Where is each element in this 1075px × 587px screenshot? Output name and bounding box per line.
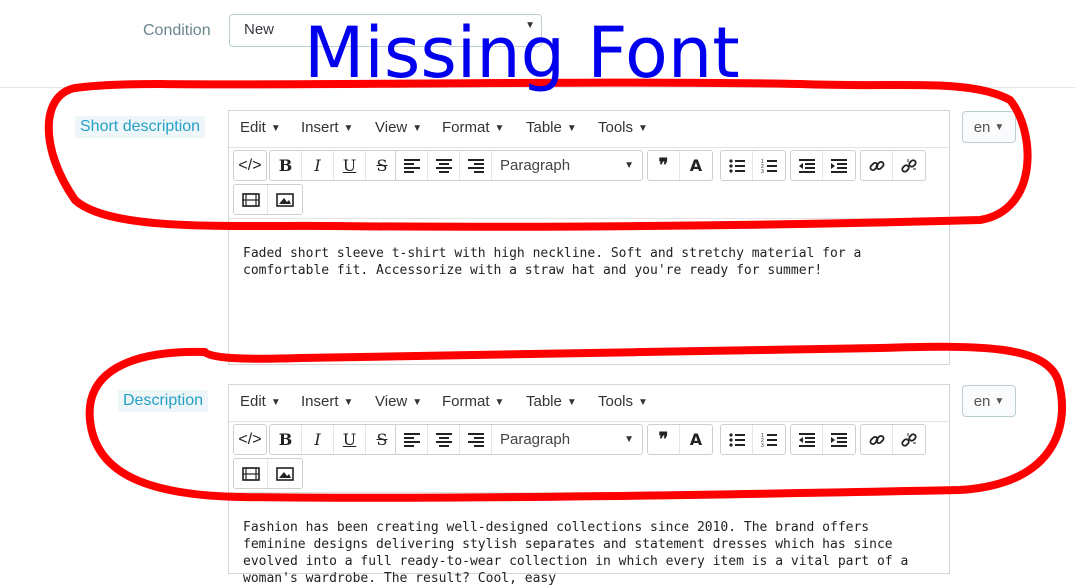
- indent-icon[interactable]: [823, 151, 855, 180]
- text-color-icon[interactable]: A: [680, 425, 712, 454]
- align-left-icon[interactable]: [396, 151, 428, 180]
- toolbar-group-align: Paragraph ▼: [395, 424, 643, 455]
- link-icon[interactable]: [861, 425, 893, 454]
- align-center-icon[interactable]: [428, 151, 460, 180]
- missing-font-overlay: Missing Font: [304, 12, 740, 94]
- toolbar-group-code: </>: [233, 150, 267, 181]
- toolbar-group-style: B I U S: [269, 424, 399, 455]
- short-description-lang-button[interactable]: en ▼: [962, 111, 1016, 143]
- toolbar-group-quote-color: ❞ A: [647, 424, 713, 455]
- bold-icon[interactable]: B: [270, 425, 302, 454]
- toolbar-group-links: [860, 150, 926, 181]
- menu-view[interactable]: View ▼: [375, 393, 422, 410]
- link-icon[interactable]: [861, 151, 893, 180]
- align-right-icon[interactable]: [460, 151, 492, 180]
- strikethrough-icon[interactable]: S: [366, 425, 398, 454]
- menu-format[interactable]: Format ▼: [442, 119, 504, 136]
- menu-edit[interactable]: Edit ▼: [240, 393, 281, 410]
- toolbar-group-lists: 123: [720, 424, 786, 455]
- short-description-editor: Edit ▼ Insert ▼ View ▼ Format ▼ Table ▼ Tools…: [228, 110, 950, 365]
- image-icon[interactable]: [268, 459, 302, 488]
- toolbar-group-quote-color: ❞ A: [647, 150, 713, 181]
- toolbar-group-indent: [790, 424, 856, 455]
- align-right-icon[interactable]: [460, 425, 492, 454]
- toolbar-divider: [229, 218, 949, 219]
- chevron-down-icon: ▼: [994, 121, 1005, 133]
- unlink-icon[interactable]: [893, 425, 925, 454]
- svg-text:3: 3: [761, 169, 764, 173]
- description-lang-button[interactable]: en ▼: [962, 385, 1016, 417]
- description-editor: Edit ▼ Insert ▼ View ▼ Format ▼ Table ▼ Tools…: [228, 384, 950, 586]
- numbered-list-icon[interactable]: 123: [753, 425, 785, 454]
- align-center-icon[interactable]: [428, 425, 460, 454]
- menu-format[interactable]: Format ▼: [442, 393, 504, 410]
- condition-label: Condition: [143, 22, 211, 39]
- short-description-label: Short description: [75, 116, 206, 138]
- underline-icon[interactable]: U: [334, 425, 366, 454]
- bullet-list-icon[interactable]: [721, 151, 753, 180]
- italic-icon[interactable]: I: [302, 151, 334, 180]
- svg-text:3: 3: [761, 443, 764, 447]
- code-icon[interactable]: </>: [234, 151, 266, 180]
- menu-tools[interactable]: Tools ▼: [598, 393, 648, 410]
- format-select[interactable]: Paragraph ▼: [492, 151, 642, 180]
- format-select[interactable]: Paragraph ▼: [492, 425, 642, 454]
- menu-insert[interactable]: Insert ▼: [301, 119, 353, 136]
- toolbar-group-media: [233, 458, 303, 489]
- menubar-divider: [229, 147, 949, 148]
- text-color-icon[interactable]: A: [680, 151, 712, 180]
- image-icon[interactable]: [268, 185, 302, 214]
- toolbar-group-style: B I U S: [269, 150, 399, 181]
- bullet-list-icon[interactable]: [721, 425, 753, 454]
- editor-menubar: Edit ▼ Insert ▼ View ▼ Format ▼ Table ▼ Tools…: [229, 385, 949, 419]
- menubar-divider: [229, 421, 949, 422]
- editor-menubar: Edit ▼ Insert ▼ View ▼ Format ▼ Table ▼ Tools…: [229, 111, 949, 145]
- indent-icon[interactable]: [823, 425, 855, 454]
- blockquote-icon[interactable]: ❞: [648, 425, 680, 454]
- menu-edit[interactable]: Edit ▼: [240, 119, 281, 136]
- blockquote-icon[interactable]: ❞: [648, 151, 680, 180]
- chevron-down-icon: ▼: [624, 160, 634, 171]
- unlink-icon[interactable]: [893, 151, 925, 180]
- outdent-icon[interactable]: [791, 425, 823, 454]
- align-left-icon[interactable]: [396, 425, 428, 454]
- underline-icon[interactable]: U: [334, 151, 366, 180]
- numbered-list-icon[interactable]: 123: [753, 151, 785, 180]
- menu-table[interactable]: Table ▼: [526, 393, 577, 410]
- menu-tools[interactable]: Tools ▼: [598, 119, 648, 136]
- description-label: Description: [118, 390, 209, 412]
- italic-icon[interactable]: I: [302, 425, 334, 454]
- toolbar-group-align: Paragraph ▼: [395, 150, 643, 181]
- bold-icon[interactable]: B: [270, 151, 302, 180]
- toolbar-group-media: [233, 184, 303, 215]
- menu-table[interactable]: Table ▼: [526, 119, 577, 136]
- menu-view[interactable]: View ▼: [375, 119, 422, 136]
- chevron-down-icon: ▼: [624, 434, 634, 445]
- video-icon[interactable]: [234, 185, 268, 214]
- outdent-icon[interactable]: [791, 151, 823, 180]
- strikethrough-icon[interactable]: S: [366, 151, 398, 180]
- toolbar-group-links: [860, 424, 926, 455]
- chevron-down-icon: ▼: [994, 395, 1005, 407]
- menu-insert[interactable]: Insert ▼: [301, 393, 353, 410]
- description-content[interactable]: Fashion has been creating well-designed …: [243, 519, 935, 587]
- toolbar-group-lists: 123: [720, 150, 786, 181]
- code-icon[interactable]: </>: [234, 425, 266, 454]
- short-description-content[interactable]: Faded short sleeve t-shirt with high nec…: [243, 245, 935, 279]
- video-icon[interactable]: [234, 459, 268, 488]
- toolbar-group-indent: [790, 150, 856, 181]
- toolbar-divider: [229, 492, 949, 493]
- condition-value: New: [244, 21, 275, 38]
- toolbar-group-code: </>: [233, 424, 267, 455]
